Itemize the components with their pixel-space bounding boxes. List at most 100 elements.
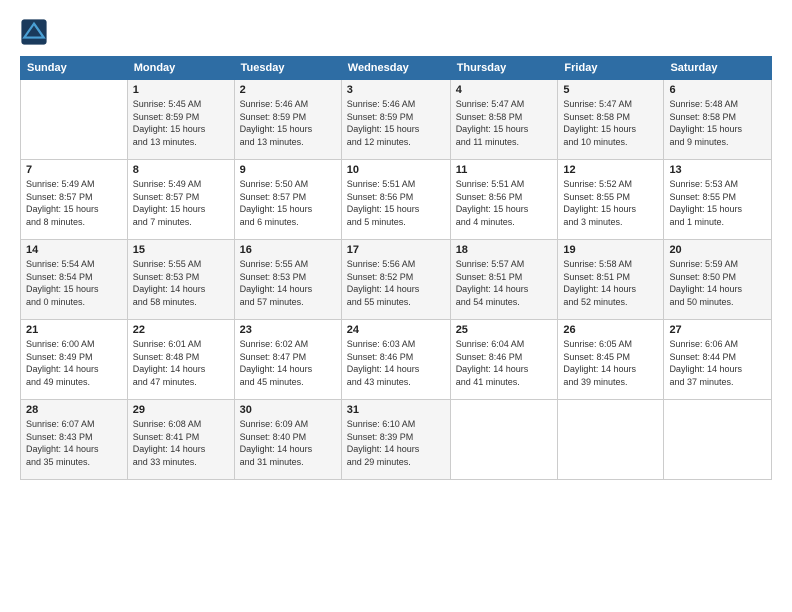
day-number: 1 [133, 84, 229, 96]
day-number: 16 [240, 244, 336, 256]
calendar-cell [558, 400, 664, 480]
day-number: 19 [563, 244, 658, 256]
day-number: 12 [563, 164, 658, 176]
calendar-cell: 15 Sunrise: 5:55 AM Sunset: 8:53 PM Dayli… [127, 240, 234, 320]
day-info: Sunrise: 6:10 AM Sunset: 8:39 PM Dayligh… [347, 418, 445, 468]
calendar-cell: 12 Sunrise: 5:52 AM Sunset: 8:55 PM Dayli… [558, 160, 664, 240]
day-info: Sunrise: 5:59 AM Sunset: 8:50 PM Dayligh… [669, 258, 766, 308]
weekday-header-sunday: Sunday [21, 57, 128, 80]
calendar-cell: 5Sunrise: 5:47 AM Sunset: 8:58 PM Daylig… [558, 80, 664, 160]
day-info: Sunrise: 5:49 AM Sunset: 8:57 PM Dayligh… [26, 178, 122, 228]
day-number: 25 [456, 324, 553, 336]
day-number: 29 [133, 404, 229, 416]
calendar-cell [21, 80, 128, 160]
day-info: Sunrise: 5:46 AM Sunset: 8:59 PM Dayligh… [347, 98, 445, 148]
day-number: 30 [240, 404, 336, 416]
calendar-cell: 3 Sunrise: 5:46 AM Sunset: 8:59 PM Daylig… [341, 80, 450, 160]
day-info: Sunrise: 5:45 AM Sunset: 8:59 PM Dayligh… [133, 98, 229, 148]
calendar-cell: 21 Sunrise: 6:00 AM Sunset: 8:49 PM Dayli… [21, 320, 128, 400]
day-number: 26 [563, 324, 658, 336]
day-info: Sunrise: 5:55 AM Sunset: 8:53 PM Dayligh… [133, 258, 229, 308]
day-number: 15 [133, 244, 229, 256]
day-info: Sunrise: 6:02 AM Sunset: 8:47 PM Dayligh… [240, 338, 336, 388]
calendar-cell: 10Sunrise: 5:51 AM Sunset: 8:56 PM Dayli… [341, 160, 450, 240]
day-info: Sunrise: 6:05 AM Sunset: 8:45 PM Dayligh… [563, 338, 658, 388]
calendar-cell: 17 Sunrise: 5:56 AM Sunset: 8:52 PM Dayli… [341, 240, 450, 320]
calendar-cell: 31 Sunrise: 6:10 AM Sunset: 8:39 PM Dayli… [341, 400, 450, 480]
day-number: 10 [347, 164, 445, 176]
day-number: 24 [347, 324, 445, 336]
calendar-cell: 14Sunrise: 5:54 AM Sunset: 8:54 PM Dayli… [21, 240, 128, 320]
logo-icon [20, 18, 48, 46]
day-info: Sunrise: 5:46 AM Sunset: 8:59 PM Dayligh… [240, 98, 336, 148]
day-number: 3 [347, 84, 445, 96]
calendar-cell: 28Sunrise: 6:07 AM Sunset: 8:43 PM Dayli… [21, 400, 128, 480]
page: SundayMondayTuesdayWednesdayThursdayFrid… [0, 0, 792, 612]
weekday-header-row: SundayMondayTuesdayWednesdayThursdayFrid… [21, 57, 772, 80]
day-info: Sunrise: 5:47 AM Sunset: 8:58 PM Dayligh… [563, 98, 658, 148]
day-info: Sunrise: 5:49 AM Sunset: 8:57 PM Dayligh… [133, 178, 229, 228]
day-number: 2 [240, 84, 336, 96]
day-info: Sunrise: 6:01 AM Sunset: 8:48 PM Dayligh… [133, 338, 229, 388]
day-info: Sunrise: 5:52 AM Sunset: 8:55 PM Dayligh… [563, 178, 658, 228]
weekday-header-wednesday: Wednesday [341, 57, 450, 80]
calendar-cell: 8 Sunrise: 5:49 AM Sunset: 8:57 PM Daylig… [127, 160, 234, 240]
day-number: 20 [669, 244, 766, 256]
day-info: Sunrise: 6:08 AM Sunset: 8:41 PM Dayligh… [133, 418, 229, 468]
calendar-cell: 13 Sunrise: 5:53 AM Sunset: 8:55 PM Dayli… [664, 160, 772, 240]
calendar-cell: 27Sunrise: 6:06 AM Sunset: 8:44 PM Dayli… [664, 320, 772, 400]
calendar-cell: 19Sunrise: 5:58 AM Sunset: 8:51 PM Dayli… [558, 240, 664, 320]
day-info: Sunrise: 6:03 AM Sunset: 8:46 PM Dayligh… [347, 338, 445, 388]
logo [20, 18, 52, 46]
day-info: Sunrise: 5:54 AM Sunset: 8:54 PM Dayligh… [26, 258, 122, 308]
day-number: 8 [133, 164, 229, 176]
calendar-week-row: 14Sunrise: 5:54 AM Sunset: 8:54 PM Dayli… [21, 240, 772, 320]
calendar-cell: 1 Sunrise: 5:45 AM Sunset: 8:59 PM Daylig… [127, 80, 234, 160]
day-number: 11 [456, 164, 553, 176]
calendar-week-row: 1 Sunrise: 5:45 AM Sunset: 8:59 PM Daylig… [21, 80, 772, 160]
day-info: Sunrise: 6:00 AM Sunset: 8:49 PM Dayligh… [26, 338, 122, 388]
calendar-cell: 9 Sunrise: 5:50 AM Sunset: 8:57 PM Daylig… [234, 160, 341, 240]
weekday-header-monday: Monday [127, 57, 234, 80]
weekday-header-saturday: Saturday [664, 57, 772, 80]
day-number: 23 [240, 324, 336, 336]
calendar-cell: 20 Sunrise: 5:59 AM Sunset: 8:50 PM Dayli… [664, 240, 772, 320]
calendar-cell: 11 Sunrise: 5:51 AM Sunset: 8:56 PM Dayli… [450, 160, 558, 240]
day-info: Sunrise: 5:47 AM Sunset: 8:58 PM Dayligh… [456, 98, 553, 148]
calendar-cell: 2 Sunrise: 5:46 AM Sunset: 8:59 PM Daylig… [234, 80, 341, 160]
day-number: 22 [133, 324, 229, 336]
calendar-week-row: 7Sunrise: 5:49 AM Sunset: 8:57 PM Daylig… [21, 160, 772, 240]
calendar-cell: 18Sunrise: 5:57 AM Sunset: 8:51 PM Dayli… [450, 240, 558, 320]
calendar-cell: 26 Sunrise: 6:05 AM Sunset: 8:45 PM Dayli… [558, 320, 664, 400]
day-number: 17 [347, 244, 445, 256]
weekday-header-friday: Friday [558, 57, 664, 80]
day-number: 13 [669, 164, 766, 176]
calendar-cell: 25 Sunrise: 6:04 AM Sunset: 8:46 PM Dayli… [450, 320, 558, 400]
day-info: Sunrise: 6:06 AM Sunset: 8:44 PM Dayligh… [669, 338, 766, 388]
calendar-cell: 24 Sunrise: 6:03 AM Sunset: 8:46 PM Dayli… [341, 320, 450, 400]
calendar-cell: 4Sunrise: 5:47 AM Sunset: 8:58 PM Daylig… [450, 80, 558, 160]
day-info: Sunrise: 5:53 AM Sunset: 8:55 PM Dayligh… [669, 178, 766, 228]
weekday-header-thursday: Thursday [450, 57, 558, 80]
day-info: Sunrise: 5:55 AM Sunset: 8:53 PM Dayligh… [240, 258, 336, 308]
calendar-week-row: 28Sunrise: 6:07 AM Sunset: 8:43 PM Dayli… [21, 400, 772, 480]
weekday-header-tuesday: Tuesday [234, 57, 341, 80]
day-info: Sunrise: 5:56 AM Sunset: 8:52 PM Dayligh… [347, 258, 445, 308]
calendar-table: SundayMondayTuesdayWednesdayThursdayFrid… [20, 56, 772, 480]
day-number: 6 [669, 84, 766, 96]
day-number: 21 [26, 324, 122, 336]
calendar-week-row: 21 Sunrise: 6:00 AM Sunset: 8:49 PM Dayli… [21, 320, 772, 400]
day-info: Sunrise: 6:09 AM Sunset: 8:40 PM Dayligh… [240, 418, 336, 468]
day-info: Sunrise: 5:50 AM Sunset: 8:57 PM Dayligh… [240, 178, 336, 228]
calendar-cell: 6Sunrise: 5:48 AM Sunset: 8:58 PM Daylig… [664, 80, 772, 160]
calendar-cell: 16 Sunrise: 5:55 AM Sunset: 8:53 PM Dayli… [234, 240, 341, 320]
header [20, 18, 772, 46]
day-info: Sunrise: 5:51 AM Sunset: 8:56 PM Dayligh… [456, 178, 553, 228]
day-info: Sunrise: 6:04 AM Sunset: 8:46 PM Dayligh… [456, 338, 553, 388]
calendar-cell: 23 Sunrise: 6:02 AM Sunset: 8:47 PM Dayli… [234, 320, 341, 400]
day-number: 9 [240, 164, 336, 176]
calendar-cell: 22 Sunrise: 6:01 AM Sunset: 8:48 PM Dayli… [127, 320, 234, 400]
day-number: 28 [26, 404, 122, 416]
day-number: 31 [347, 404, 445, 416]
day-number: 18 [456, 244, 553, 256]
